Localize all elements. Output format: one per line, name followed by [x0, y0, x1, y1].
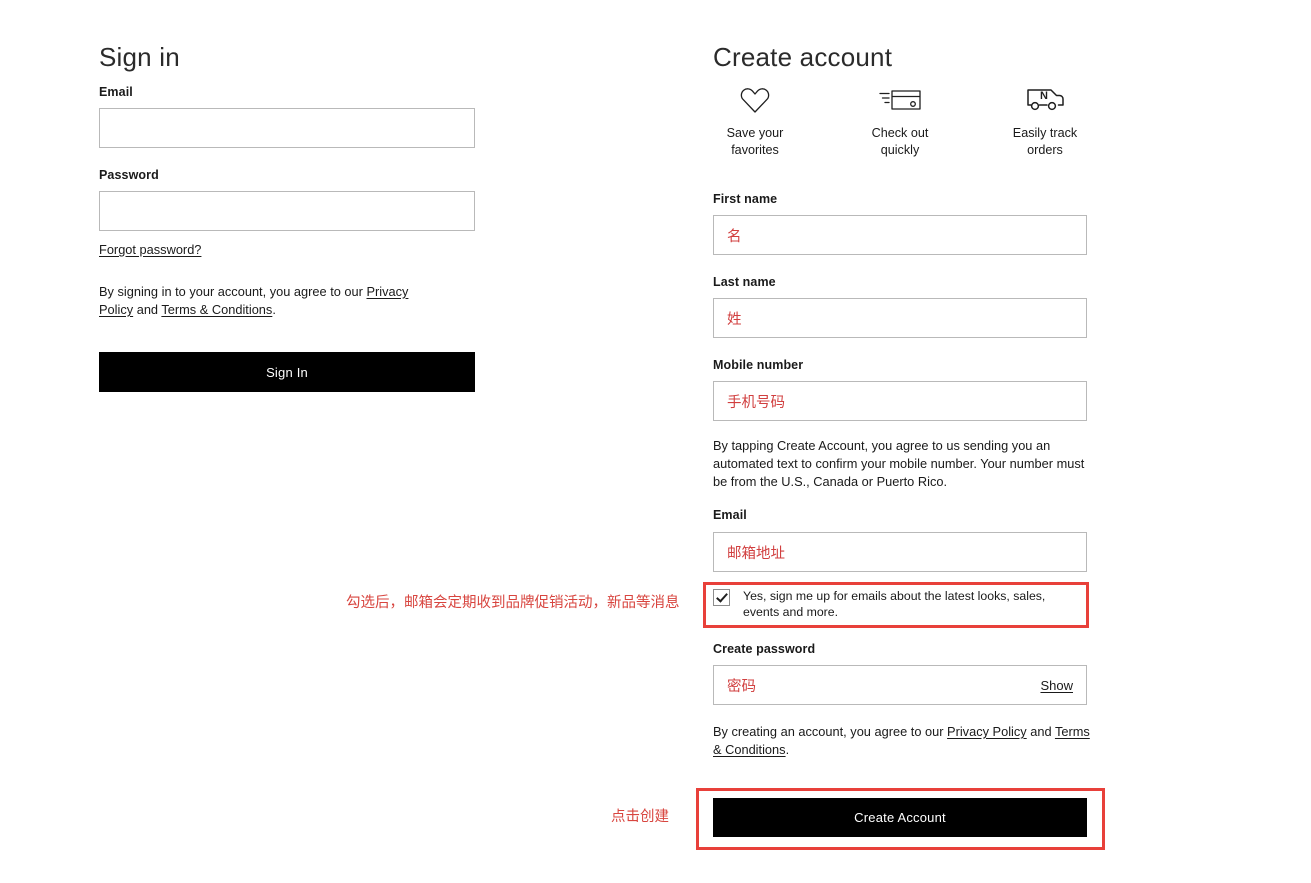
sign-in-create-account-page: Sign in Email Password Forgot password? … [0, 0, 1311, 883]
annotation-optin-note: 勾选后，邮箱会定期收到品牌促销活动，新品等消息 [346, 595, 680, 611]
create-legal-text: By creating an account, you agree to our… [713, 723, 1095, 759]
create-account-button[interactable]: Create Account [713, 798, 1087, 837]
benefit-easily-track-orders-caption: Easily track orders [985, 125, 1105, 159]
benefit-line-2: orders [1027, 143, 1063, 157]
create-legal-suffix: . [785, 742, 790, 757]
benefit-line-1: Check out [871, 126, 929, 140]
signin-password-input[interactable] [99, 191, 475, 231]
heart-icon [695, 82, 815, 118]
signin-password-label: Password [99, 168, 159, 182]
benefit-check-out-quickly: Check out quickly [840, 82, 960, 159]
svg-text:N: N [1040, 90, 1048, 102]
email-optin-checkbox[interactable] [713, 589, 730, 606]
first-name-label: First name [713, 192, 778, 206]
signin-email-label: Email [99, 85, 133, 99]
create-email-input[interactable]: 邮箱地址 [713, 532, 1087, 572]
create-password-value: 密码 [727, 678, 756, 695]
benefit-easily-track-orders: N Easily track orders [985, 82, 1105, 159]
signin-legal-mid: and [133, 302, 162, 317]
show-password-link[interactable]: Show [1040, 678, 1073, 693]
create-password-input[interactable]: 密码 Show [713, 665, 1087, 705]
last-name-value: 姓 [727, 311, 742, 328]
email-optin-label: Yes, sign me up for emails about the lat… [743, 589, 1046, 619]
benefit-line-1: Save your [726, 126, 784, 140]
email-optin-row[interactable]: Yes, sign me up for emails about the lat… [713, 588, 1087, 622]
signin-legal-text: By signing in to your account, you agree… [99, 283, 419, 319]
mobile-number-input[interactable]: 手机号码 [713, 381, 1087, 421]
annotation-create-note: 点击创建 [611, 809, 669, 825]
last-name-label: Last name [713, 275, 776, 289]
create-legal-prefix: By creating an account, you agree to our [713, 724, 948, 739]
create-privacy-policy-link[interactable]: Privacy Policy [947, 724, 1027, 739]
first-name-value: 名 [727, 228, 742, 245]
sign-in-heading: Sign in [99, 42, 180, 73]
create-legal-mid: and [1026, 724, 1055, 739]
mobile-number-value: 手机号码 [727, 394, 785, 411]
create-email-value: 邮箱地址 [727, 545, 785, 562]
mobile-disclaimer: By tapping Create Account, you agree to … [713, 438, 1085, 489]
benefit-line-1: Easily track [1012, 126, 1078, 140]
signin-legal-suffix: . [272, 302, 276, 317]
forgot-password-label: Forgot password? [99, 242, 202, 257]
mobile-number-label: Mobile number [713, 358, 804, 372]
benefit-line-2: favorites [731, 143, 779, 157]
credit-card-icon [840, 82, 960, 118]
signin-legal-prefix: By signing in to your account, you agree… [99, 284, 367, 299]
benefit-line-2: quickly [880, 143, 920, 157]
signin-terms-conditions-link[interactable]: Terms & Conditions [161, 302, 272, 317]
forgot-password-link[interactable]: Forgot password? [99, 241, 201, 259]
delivery-truck-icon: N [985, 82, 1105, 118]
create-email-label: Email [713, 508, 747, 522]
benefit-save-favorites: Save your favorites [695, 82, 815, 159]
create-account-heading: Create account [713, 42, 893, 73]
create-password-label: Create password [713, 642, 816, 656]
signin-email-input[interactable] [99, 108, 475, 148]
first-name-input[interactable]: 名 [713, 215, 1087, 255]
benefit-save-favorites-caption: Save your favorites [695, 125, 815, 159]
benefit-check-out-quickly-caption: Check out quickly [840, 125, 960, 159]
last-name-input[interactable]: 姓 [713, 298, 1087, 338]
sign-in-button[interactable]: Sign In [99, 352, 475, 392]
